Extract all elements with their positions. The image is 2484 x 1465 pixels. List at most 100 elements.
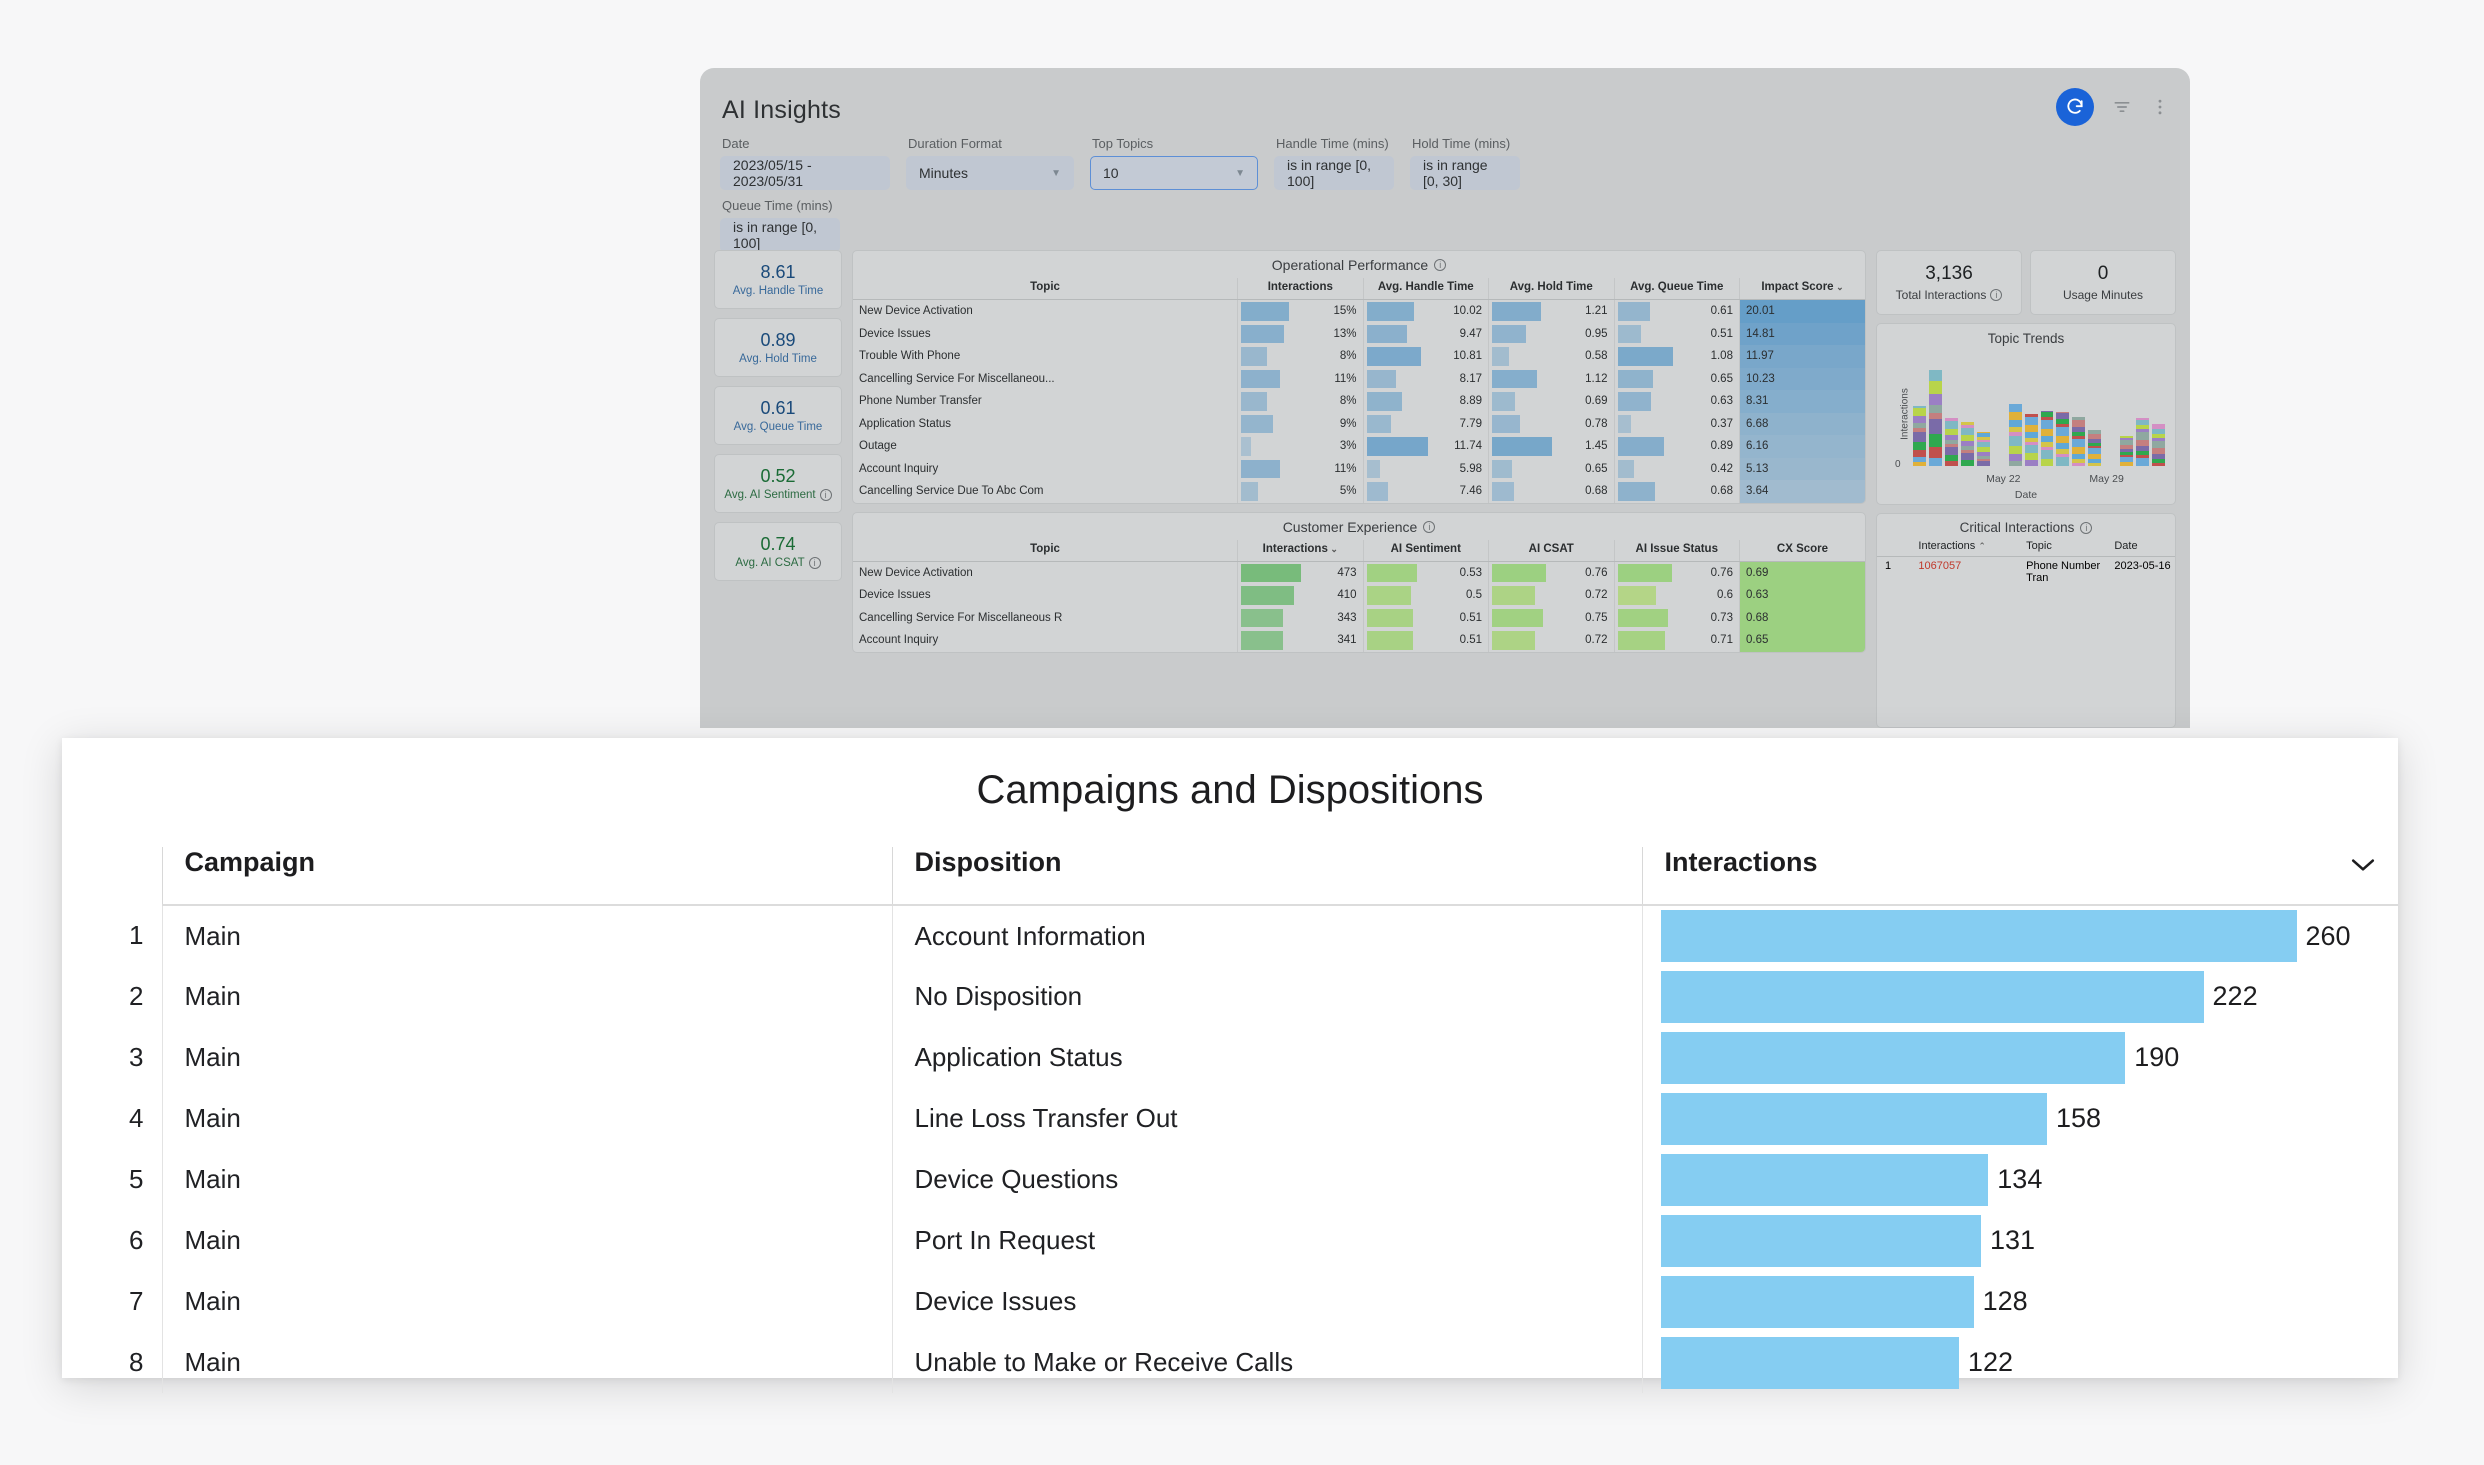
filter-top-topics-select[interactable]: 10 ▼ [1090,156,1258,190]
column-header-avg-queue-time[interactable]: Avg. Queue Time [1614,278,1739,300]
table-row[interactable]: Account Inquiry11%5.980.650.425.13 [853,458,1865,481]
table-row[interactable]: 2MainNo Disposition222 [62,966,2398,1027]
table-row[interactable]: 1 1067057 Phone Number Tran 2023-05-16 [1877,557,2175,584]
cell-interactions: 11% [1238,458,1363,481]
cell-topic: New Device Activation [853,300,1238,323]
cell-interactions: 8% [1238,390,1363,413]
column-header-impact-score[interactable]: Impact Score ⌄ [1739,278,1865,300]
table-row[interactable]: Device Issues13%9.470.950.5114.81 [853,323,1865,346]
filter-duration-format-select[interactable]: Minutes ▼ [906,156,1074,190]
more-vertical-icon[interactable] [2150,97,2170,117]
filter-duration-format-label: Duration Format [906,136,1074,151]
filter-handle-time-input[interactable]: is in range [0, 100] [1274,156,1394,190]
critical-col-interactions[interactable]: Interactions ⌃ [1910,540,2018,552]
cell-interactions: 5% [1238,480,1363,503]
table-row[interactable]: 8MainUnable to Make or Receive Calls122 [62,1332,2398,1393]
table-row[interactable]: Application Status9%7.790.780.376.68 [853,413,1865,436]
interactions-value: 190 [2134,1042,2179,1073]
cell-cx: 0.65 [1739,629,1865,652]
cell-aqueue: 0.37 [1614,413,1739,436]
topic-trends-x-ticks: May 22 May 29 [1913,473,2165,486]
cell-topic: Phone Number Transfer [853,390,1238,413]
info-icon[interactable]: i [1423,521,1435,533]
cell-interactions: 134 [1642,1149,2398,1210]
info-icon[interactable]: i [809,557,821,569]
table-row[interactable]: Phone Number Transfer8%8.890.690.638.31 [853,390,1865,413]
filter-icon[interactable] [2112,97,2132,117]
column-header-ai-csat[interactable]: AI CSAT [1489,540,1614,562]
table-row[interactable]: Device Issues4100.50.720.60.63 [853,584,1865,607]
filter-bar: Date 2023/05/15 - 2023/05/31 Duration Fo… [720,136,2070,260]
cell-topic: Device Issues [853,584,1238,607]
kpi-card-0: 8.61Avg. Handle Time [714,250,842,309]
cell-interactions: 158 [1642,1088,2398,1149]
critical-col-topic[interactable]: Topic [2018,540,2106,552]
column-header-disposition[interactable]: Disposition [892,847,1642,905]
filter-hold-time-input[interactable]: is in range [0, 30] [1410,156,1520,190]
table-row[interactable]: 5MainDevice Questions134 [62,1149,2398,1210]
cell-impact: 6.68 [1739,413,1865,436]
total-interactions-label: Total Interactions i [1896,288,2003,302]
filter-hold-time-label: Hold Time (mins) [1410,136,1520,151]
table-row[interactable]: Account Inquiry3410.510.720.710.65 [853,629,1865,652]
table-row[interactable]: Outage3%11.741.450.896.16 [853,435,1865,458]
trend-bar [1929,370,1942,466]
column-header-ai-issue-status[interactable]: AI Issue Status [1614,540,1739,562]
cell-interactions: 343 [1238,607,1363,630]
filter-duration-format-value: Minutes [919,165,968,181]
column-header-avg-hold-time[interactable]: Avg. Hold Time [1489,278,1614,300]
table-row[interactable]: 4MainLine Loss Transfer Out158 [62,1088,2398,1149]
column-header-index [62,847,162,905]
refresh-button[interactable] [2056,88,2094,126]
filter-date-input[interactable]: 2023/05/15 - 2023/05/31 [720,156,890,190]
column-header-topic[interactable]: Topic [853,540,1238,562]
column-header-cx-score[interactable]: CX Score [1739,540,1865,562]
column-header-interactions[interactable]: Interactions [1642,847,2398,905]
cell-interactions: 190 [1642,1027,2398,1088]
column-header-interactions[interactable]: Interactions ⌄ [1238,540,1363,562]
dashboard-title: AI Insights [722,96,841,125]
interactions-bar [1661,910,2297,962]
info-icon[interactable]: i [1990,289,2002,301]
critical-row-id[interactable]: 1067057 [1910,560,2018,584]
summary-stats-row: 3,136 Total Interactions i 0 Usage Minut… [1876,250,2176,315]
cell-aht: 8.17 [1363,368,1488,391]
table-row[interactable]: New Device Activation4730.530.760.760.69 [853,561,1865,584]
filter-queue-time-input[interactable]: is in range [0, 100] [720,218,840,252]
column-header-interactions[interactable]: Interactions [1238,278,1363,300]
column-header-avg-handle-time[interactable]: Avg. Handle Time [1363,278,1488,300]
chevron-down-icon[interactable] [2350,849,2376,880]
cell-impact: 6.16 [1739,435,1865,458]
critical-col-date[interactable]: Date [2106,540,2175,552]
table-row[interactable]: New Device Activation15%10.021.210.6120.… [853,300,1865,323]
row-index: 6 [62,1210,162,1271]
critical-row-date: 2023-05-16 [2106,560,2175,584]
column-header-topic[interactable]: Topic [853,278,1238,300]
cell-campaign: Main [162,1271,892,1332]
info-icon[interactable]: i [2080,522,2092,534]
cell-aqueue: 0.63 [1614,390,1739,413]
cell-disposition: Application Status [892,1027,1642,1088]
dashboard-body: 8.61Avg. Handle Time0.89Avg. Hold Time0.… [714,250,2176,728]
column-header-campaign[interactable]: Campaign [162,847,892,905]
column-header-ai-sentiment[interactable]: AI Sentiment [1363,540,1488,562]
info-icon[interactable]: i [820,489,832,501]
table-row[interactable]: Cancelling Service For Miscellaneous R34… [853,607,1865,630]
info-icon[interactable]: i [1434,259,1446,271]
cell-csat: 0.75 [1489,607,1614,630]
cell-aht: 10.02 [1363,300,1488,323]
table-row[interactable]: Cancelling Service For Miscellaneou...11… [853,368,1865,391]
cell-impact: 20.01 [1739,300,1865,323]
table-row[interactable]: Cancelling Service Due To Abc Com5%7.460… [853,480,1865,503]
cell-campaign: Main [162,1332,892,1393]
table-row[interactable]: Trouble With Phone8%10.810.581.0811.97 [853,345,1865,368]
table-row[interactable]: 7MainDevice Issues128 [62,1271,2398,1332]
cell-aqueue: 0.61 [1614,300,1739,323]
table-row[interactable]: 1MainAccount Information260 [62,905,2398,966]
kpi-card-2: 0.61Avg. Queue Time [714,386,842,445]
table-row[interactable]: 3MainApplication Status190 [62,1027,2398,1088]
chevron-up-icon: ⌃ [1978,541,1986,551]
cell-ahold: 0.58 [1489,345,1614,368]
critical-row-index: 1 [1877,560,1910,584]
table-row[interactable]: 6MainPort In Request131 [62,1210,2398,1271]
